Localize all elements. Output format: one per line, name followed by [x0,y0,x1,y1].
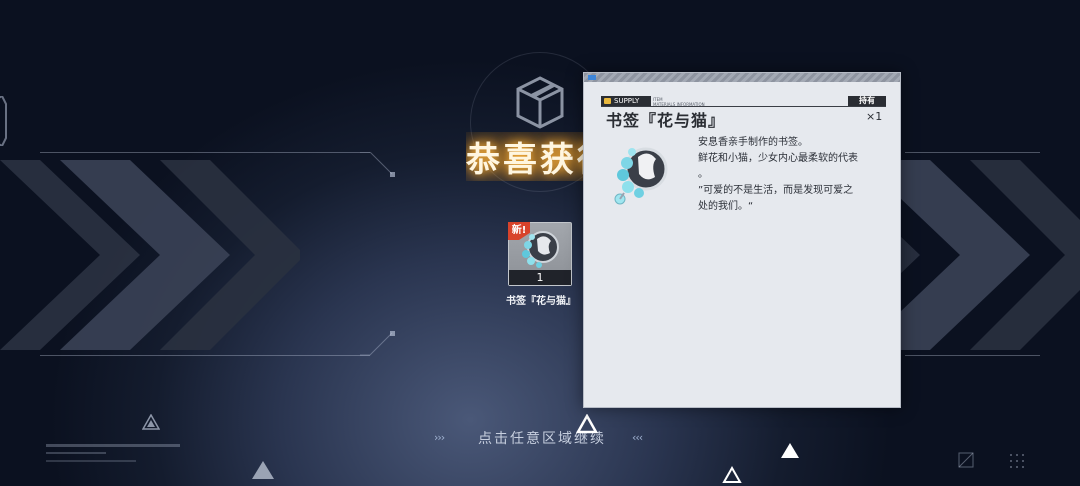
deco-bar [46,444,180,447]
deco-line [40,152,370,153]
item-count: 1 [509,270,571,285]
reward-item-card[interactable]: 新! 1 [508,222,572,286]
deco-line-bend [360,152,395,177]
deco-dots-icon [1010,454,1024,468]
reward-item-name: 书签『花与猫』 [506,296,576,307]
description-line: ”可爱的不是生活，而是发现可爱之 [698,185,854,196]
hexagon-icon [0,96,7,146]
cube-box-icon [516,76,564,129]
deco-bar [46,460,136,462]
deco-line-bend [360,331,395,356]
reward-title: 恭喜获得 [466,140,584,180]
description-line: 安息香亲手制作的书签。 [698,137,808,148]
background-chevron-left [0,150,300,360]
popup-item-title: 书签『花与猫』 [606,111,726,130]
description-line: 处的我们。“ [698,201,754,212]
triangle-outline-icon [722,466,742,483]
item-detail-popup[interactable]: SUPPLY ITEM MATERIALS INFORMATION 持有 ×1 … [583,72,901,408]
deco-line [905,355,1040,356]
triangle-outline-icon [576,414,598,434]
supply-tag-label: SUPPLY [614,97,640,105]
triangle-solid-icon [252,461,274,479]
description-line: 。 [698,169,708,180]
arrow-right-icon: ‹‹‹ [632,431,643,444]
triangle-solid-icon [781,443,799,458]
deco-bar [46,452,106,454]
supply-tag: SUPPLY [601,96,651,106]
description-line: 鲜花和小猫，少女内心最柔软的代表 [698,153,858,164]
popup-topbar-accent [588,75,596,80]
supply-box-icon [604,98,611,104]
deco-line [905,152,1040,153]
popup-topbar [584,73,900,82]
popup-description: 安息香亲手制作的书签。 鲜花和小猫，少女内心最柔软的代表 。 ”可爱的不是生活，… [698,135,888,215]
deco-square-icon [958,452,974,468]
hold-tag: 持有 [848,96,886,106]
bookmark-cat-flower-icon [614,147,668,205]
hold-count: ×1 [866,110,883,123]
arrow-left-icon: ››› [434,431,445,444]
deco-line [40,355,370,356]
triangle-nested-icon [142,414,160,430]
